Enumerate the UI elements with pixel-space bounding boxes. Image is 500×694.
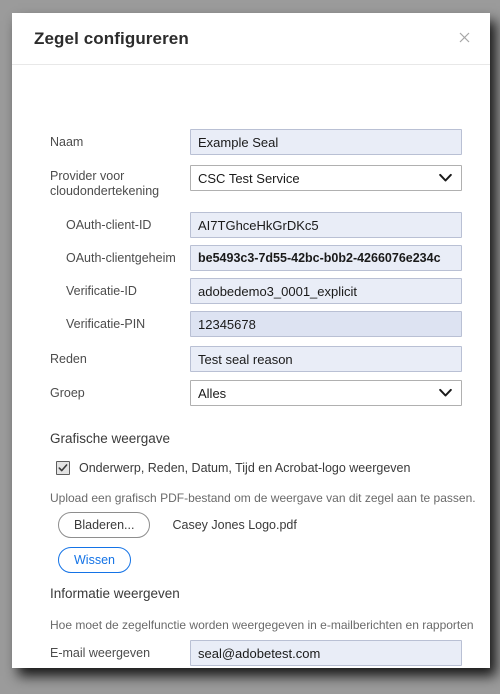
oauth-client-id-input[interactable] bbox=[190, 212, 462, 238]
field-row-oauth-secret: OAuth-clientgeheim bbox=[12, 245, 490, 271]
field-control-naam bbox=[190, 129, 462, 155]
info-helper-text: Hoe moet de zegelfunctie worden weergege… bbox=[50, 618, 474, 632]
field-row-oauth-client-id: OAuth-client-ID bbox=[12, 212, 490, 238]
chevron-down-icon bbox=[439, 173, 452, 183]
verificatie-id-input[interactable] bbox=[190, 278, 462, 304]
browse-button[interactable]: Bladeren... bbox=[58, 512, 151, 538]
provider-select-value: CSC Test Service bbox=[198, 170, 300, 186]
reden-input[interactable] bbox=[190, 346, 462, 372]
field-control-oauth-secret bbox=[190, 245, 462, 271]
uploaded-file-name: Casey Jones Logo.pdf bbox=[172, 518, 297, 532]
email-display-input[interactable] bbox=[190, 640, 462, 666]
field-label-oauth-secret: OAuth-clientgeheim bbox=[66, 251, 176, 265]
chevron-down-icon bbox=[439, 388, 452, 398]
clear-row: Wissen bbox=[58, 547, 131, 573]
browse-row: Bladeren... Casey Jones Logo.pdf bbox=[58, 512, 297, 538]
field-control-groep: Alles bbox=[190, 380, 462, 406]
clear-button[interactable]: Wissen bbox=[58, 547, 131, 573]
field-label-verificatie-pin: Verificatie-PIN bbox=[66, 317, 146, 331]
close-glyph bbox=[459, 32, 469, 42]
field-label-provider-line1: Provider voor bbox=[50, 169, 125, 183]
field-label-verificatie-id: Verificatie-ID bbox=[66, 284, 137, 298]
field-control-verificatie-id bbox=[190, 278, 462, 304]
field-label-reden: Reden bbox=[50, 352, 87, 366]
close-icon[interactable] bbox=[452, 25, 476, 49]
dialog-header: Zegel configureren bbox=[12, 13, 490, 65]
oauth-secret-input[interactable] bbox=[190, 245, 462, 271]
field-control-reden bbox=[190, 346, 462, 372]
configure-seal-dialog: Zegel configureren Naam Provider voor bbox=[12, 13, 490, 668]
checkbox-icon[interactable] bbox=[56, 461, 70, 475]
field-control-email bbox=[190, 640, 462, 666]
field-label-provider: Provider voor cloudondertekening bbox=[50, 169, 180, 199]
graphic-helper-text: Upload een grafisch PDF-bestand om de we… bbox=[50, 491, 476, 505]
field-row-verificatie-pin: Verificatie-PIN bbox=[12, 311, 490, 337]
groep-select-value: Alles bbox=[198, 385, 227, 401]
field-row-groep: Groep Alles bbox=[12, 380, 490, 406]
field-control-provider: CSC Test Service bbox=[190, 165, 462, 191]
field-row-email: E-mail weergeven bbox=[12, 640, 490, 666]
check-glyph bbox=[58, 464, 68, 472]
section-heading-graphic: Grafische weergave bbox=[50, 431, 171, 446]
show-details-checkbox-row[interactable]: Onderwerp, Reden, Datum, Tijd en Acrobat… bbox=[56, 461, 410, 475]
show-details-checkbox-label: Onderwerp, Reden, Datum, Tijd en Acrobat… bbox=[79, 461, 411, 475]
field-label-email: E-mail weergeven bbox=[50, 646, 151, 660]
field-row-provider: Provider voor cloudondertekening CSC Tes… bbox=[12, 165, 490, 205]
field-label-naam: Naam bbox=[50, 135, 84, 149]
field-label-provider-line2: cloudondertekening bbox=[50, 184, 160, 198]
field-row-verificatie-id: Verificatie-ID bbox=[12, 278, 490, 304]
field-label-oauth-client-id: OAuth-client-ID bbox=[66, 218, 152, 232]
section-heading-info: Informatie weergeven bbox=[50, 586, 180, 601]
field-control-oauth-client-id bbox=[190, 212, 462, 238]
provider-select[interactable]: CSC Test Service bbox=[190, 165, 462, 191]
field-row-naam: Naam bbox=[12, 129, 490, 155]
verificatie-pin-input[interactable] bbox=[190, 311, 462, 337]
field-row-reden: Reden bbox=[12, 346, 490, 372]
screen-backdrop: Zegel configureren Naam Provider voor bbox=[0, 0, 500, 694]
field-label-groep: Groep bbox=[50, 386, 85, 400]
groep-select[interactable]: Alles bbox=[190, 380, 462, 406]
naam-input[interactable] bbox=[190, 129, 462, 155]
field-control-verificatie-pin bbox=[190, 311, 462, 337]
page-title: Zegel configureren bbox=[34, 29, 189, 48]
